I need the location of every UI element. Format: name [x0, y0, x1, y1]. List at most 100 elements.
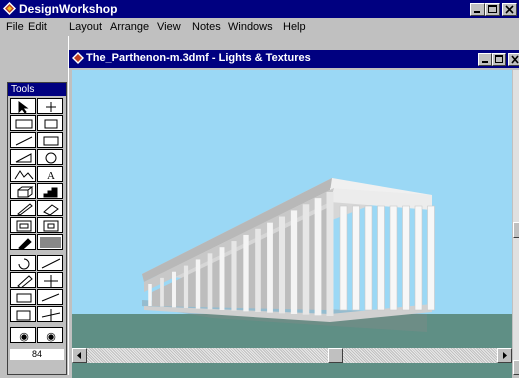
- horizontal-scrollbar[interactable]: [72, 348, 512, 363]
- circle-icon: [45, 152, 57, 164]
- axes-icon: [41, 309, 61, 321]
- window-icon: [43, 220, 59, 232]
- arrow-icon: [18, 101, 29, 114]
- tool-line[interactable]: [10, 132, 36, 148]
- tool-crosshair[interactable]: [37, 98, 63, 114]
- tool-triangle[interactable]: [10, 149, 36, 165]
- stairs-icon: [43, 187, 58, 198]
- menu-bar: File Edit Layout Arrange View Notes Wind…: [0, 18, 519, 36]
- column: [160, 277, 164, 307]
- move-3d-icon: [44, 275, 58, 287]
- tool-move-3d[interactable]: [37, 272, 63, 288]
- column: [207, 253, 213, 310]
- tool-frame[interactable]: [10, 217, 36, 233]
- svg-text:◉: ◉: [46, 331, 56, 343]
- scroll-down-button[interactable]: [513, 360, 519, 375]
- texture-icon: [40, 237, 61, 248]
- marquee-icon: [15, 119, 33, 129]
- tool-walk[interactable]: ◉: [37, 327, 63, 343]
- tool-axes[interactable]: [37, 306, 63, 322]
- close-icon: [511, 55, 519, 64]
- menu-windows[interactable]: Windows: [228, 21, 273, 33]
- tool-polyline[interactable]: [10, 166, 36, 182]
- tool-dimension[interactable]: [10, 289, 36, 305]
- column: [326, 192, 334, 316]
- scroll-left-button[interactable]: [72, 348, 87, 363]
- column: [290, 210, 298, 314]
- menu-arrange[interactable]: Arrange: [110, 21, 149, 33]
- menu-help[interactable]: Help: [283, 21, 306, 33]
- document-window: The_Parthenon-m.3dmf - Lights & Textures: [68, 36, 519, 378]
- column: [183, 265, 189, 308]
- tool-eye[interactable]: ◉: [10, 327, 36, 343]
- tool-rect-dotted[interactable]: [37, 115, 63, 131]
- front-column: [402, 205, 410, 311]
- app-title: DesignWorkshop: [19, 2, 118, 16]
- tool-plane[interactable]: [37, 289, 63, 305]
- tool-rotate[interactable]: [10, 255, 36, 271]
- vertical-scrollbar[interactable]: [513, 70, 519, 375]
- 3d-viewport[interactable]: [72, 70, 512, 378]
- front-column: [377, 205, 385, 311]
- cube-icon: [17, 186, 34, 198]
- tool-texture[interactable]: [37, 234, 63, 250]
- maximize-button[interactable]: [485, 3, 500, 16]
- minimize-icon: [474, 11, 480, 13]
- doc-close-button[interactable]: [508, 53, 519, 66]
- close-button[interactable]: [502, 3, 517, 16]
- plane-icon: [41, 293, 60, 302]
- tool-stairs[interactable]: [37, 183, 63, 199]
- column: [243, 234, 249, 312]
- column: [231, 241, 237, 311]
- app-logo-icon: [3, 2, 16, 15]
- tool-text[interactable]: A: [37, 166, 63, 182]
- column: [278, 216, 286, 314]
- menu-view[interactable]: View: [157, 21, 181, 33]
- crosshair-icon: [46, 102, 56, 112]
- document-title: The_Parthenon-m.3dmf - Lights & Textures: [86, 52, 311, 64]
- front-column: [414, 205, 423, 311]
- arrow-left-icon: [77, 352, 81, 359]
- eraser-icon: [43, 204, 59, 216]
- zoom-value: 84: [10, 349, 64, 360]
- minimize-icon: [482, 61, 488, 63]
- vscroll-thumb[interactable]: [513, 222, 519, 238]
- tool-camera-path[interactable]: [37, 255, 63, 271]
- app-title-bar: DesignWorkshop: [0, 0, 519, 18]
- column: [267, 222, 273, 313]
- rect-dotted-icon: [44, 119, 58, 129]
- tools-palette: Tools A ◉ ◉ 84: [7, 82, 67, 375]
- doc-minimize-button[interactable]: [478, 53, 492, 66]
- tool-eyedropper[interactable]: [10, 234, 36, 250]
- tool-eraser[interactable]: [37, 200, 63, 216]
- close-icon: [505, 5, 514, 14]
- tool-rectangle[interactable]: [37, 132, 63, 148]
- menu-edit[interactable]: Edit: [28, 21, 47, 33]
- tool-window[interactable]: [37, 217, 63, 233]
- document-title-bar: The_Parthenon-m.3dmf - Lights & Textures: [69, 50, 519, 68]
- maximize-icon: [488, 5, 497, 13]
- minimize-button[interactable]: [470, 3, 485, 16]
- eyedropper-icon: [18, 238, 32, 250]
- doc-maximize-button[interactable]: [492, 53, 506, 66]
- tool-circle[interactable]: [37, 149, 63, 165]
- menu-file[interactable]: File: [6, 21, 24, 33]
- rotate-icon: [18, 258, 30, 270]
- column: [314, 198, 322, 316]
- polyline-icon: [14, 170, 34, 180]
- scroll-thumb[interactable]: [328, 348, 343, 363]
- tool-paint[interactable]: [10, 272, 36, 288]
- tool-pencil[interactable]: [10, 200, 36, 216]
- tool-box[interactable]: [10, 306, 36, 322]
- walk-icon: ◉: [46, 331, 56, 343]
- tool-arrow[interactable]: [10, 98, 36, 114]
- parthenon-model[interactable]: [72, 70, 512, 378]
- scroll-right-button[interactable]: [497, 348, 512, 363]
- tool-cube[interactable]: [10, 183, 36, 199]
- menu-layout[interactable]: Layout: [69, 21, 102, 33]
- front-column: [427, 205, 435, 311]
- svg-text:A: A: [47, 170, 55, 182]
- menu-notes[interactable]: Notes: [192, 21, 221, 33]
- camera-path-icon: [41, 258, 61, 269]
- tool-marquee[interactable]: [10, 115, 36, 131]
